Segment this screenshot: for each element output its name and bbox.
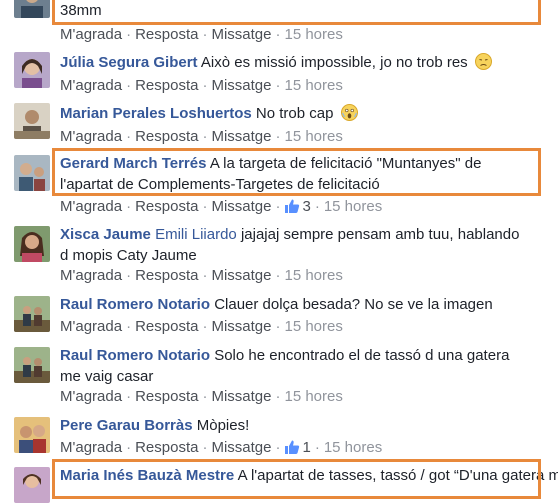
disappointed-face-emoji <box>474 53 492 70</box>
comment-body: Pere Garau Borràs Mòpies! <box>60 415 530 436</box>
comment-body: Raul Romero Notario Solo he encontrado e… <box>60 345 530 387</box>
avatar[interactable] <box>14 155 50 191</box>
author-name[interactable]: Gerard March Terrés <box>60 155 206 172</box>
timestamp[interactable]: 15 hores <box>284 26 342 43</box>
comment-actions: M'agrada · Resposta · Missatge · 15 hores <box>60 318 343 335</box>
like-link[interactable]: M'agrada <box>60 77 122 94</box>
author-name[interactable]: Júlia Segura Gibert <box>60 54 198 71</box>
message-link[interactable]: Missatge <box>211 388 271 405</box>
comment: Júlia Segura Gibert Això es missió impos… <box>0 52 558 96</box>
avatar[interactable] <box>14 103 50 139</box>
author-name[interactable]: Maria Inés Bauzà Mestre <box>60 467 234 484</box>
comment-text: Mòpies! <box>196 417 250 434</box>
screaming-face-emoji <box>340 104 358 121</box>
comment: Raul Romero Notario Clauer dolça besada?… <box>0 294 558 338</box>
avatar[interactable] <box>14 52 50 88</box>
like-count[interactable]: 3 <box>284 198 311 215</box>
timestamp[interactable]: 15 hores <box>324 439 382 456</box>
comment-body: Raul Romero Notario Clauer dolça besada?… <box>60 294 530 315</box>
message-link[interactable]: Missatge <box>211 318 271 335</box>
comment: 38mm M'agrada · Resposta · Missatge · 15 hores <box>0 0 558 43</box>
message-link[interactable]: Missatge <box>211 267 271 284</box>
message-link[interactable]: Missatge <box>211 198 271 215</box>
like-link[interactable]: M'agrada <box>60 128 122 145</box>
comment: Gerard March Terrés A la targeta de feli… <box>0 153 558 217</box>
comment-body: Gerard March Terrés A la targeta de feli… <box>60 153 530 195</box>
message-link[interactable]: Missatge <box>211 128 271 145</box>
avatar[interactable] <box>14 226 50 262</box>
comment-actions: M'agrada · Resposta · Missatge · 1 · 15 hores <box>60 439 383 456</box>
comment-body: Marian Perales Loshuertos No trob cap <box>60 103 530 124</box>
reply-link[interactable]: Resposta <box>135 198 198 215</box>
like-link[interactable]: M'agrada <box>60 318 122 335</box>
avatar[interactable] <box>14 347 50 383</box>
like-link[interactable]: M'agrada <box>60 439 122 456</box>
timestamp[interactable]: 15 hores <box>284 267 342 284</box>
author-name[interactable]: Pere Garau Borràs <box>60 417 193 434</box>
thumbs-up-icon <box>285 199 300 213</box>
comment-text: No trob cap <box>255 105 334 122</box>
like-count[interactable]: 1 <box>284 439 311 456</box>
comment-text: Això es missió impossible, jo no trob re… <box>200 54 468 71</box>
author-name[interactable]: Raul Romero Notario <box>60 296 210 313</box>
avatar[interactable] <box>14 0 50 18</box>
comment-actions: M'agrada · Resposta · Missatge · 3 · 15 hores <box>60 198 383 215</box>
like-link[interactable]: M'agrada <box>60 267 122 284</box>
reply-link[interactable]: Resposta <box>135 77 198 94</box>
author-name[interactable]: Marian Perales Loshuertos <box>60 105 252 122</box>
author-name[interactable]: Raul Romero Notario <box>60 347 210 364</box>
comment-body: Maria Inés Bauzà Mestre A l'apartat de t… <box>60 465 558 486</box>
comment: Maria Inés Bauzà Mestre A l'apartat de t… <box>0 465 558 503</box>
avatar[interactable] <box>14 296 50 332</box>
message-link[interactable]: Missatge <box>211 77 271 94</box>
avatar[interactable] <box>14 417 50 453</box>
message-link[interactable]: Missatge <box>211 26 271 43</box>
comment: Raul Romero Notario Solo he encontrado e… <box>0 345 558 409</box>
comment-text: Clauer dolça besada? No se ve la imagen <box>214 296 493 313</box>
reply-link[interactable]: Resposta <box>135 439 198 456</box>
avatar[interactable] <box>14 467 50 503</box>
comment-actions: M'agrada · Resposta · Missatge · 15 hores <box>60 388 343 405</box>
comment-body: Júlia Segura Gibert Això es missió impos… <box>60 52 530 73</box>
comment: Marian Perales Loshuertos No trob cap M'… <box>0 103 558 147</box>
timestamp[interactable]: 15 hores <box>284 318 342 335</box>
timestamp[interactable]: 15 hores <box>324 198 382 215</box>
comment-body: Xisca Jaume Emili Liiardo jajajaj sempre… <box>60 224 530 266</box>
timestamp[interactable]: 15 hores <box>284 77 342 94</box>
reply-link[interactable]: Resposta <box>135 388 198 405</box>
comment: Xisca Jaume Emili Liiardo jajajaj sempre… <box>0 224 558 288</box>
reply-link[interactable]: Resposta <box>135 128 198 145</box>
author-name[interactable]: Xisca Jaume <box>60 226 151 243</box>
timestamp[interactable]: 15 hores <box>284 388 342 405</box>
comment-actions: M'agrada · Resposta · Missatge · 15 hores <box>60 26 343 43</box>
message-link[interactable]: Missatge <box>211 439 271 456</box>
comment-actions: M'agrada · Resposta · Missatge · 15 hores <box>60 128 343 145</box>
comment-text: A l'apartat de tasses, tassó / got “D'un… <box>237 467 558 484</box>
reply-link[interactable]: Resposta <box>135 267 198 284</box>
like-link[interactable]: M'agrada <box>60 26 122 43</box>
comment: Pere Garau Borràs Mòpies! M'agrada · Respo… <box>0 415 558 459</box>
comment-actions: M'agrada · Resposta · Missatge · 15 hores <box>60 77 343 94</box>
comment-actions: M'agrada · Resposta · Missatge · 15 hores <box>60 267 343 284</box>
mention-link[interactable]: Emili Liiardo <box>155 226 237 243</box>
thumbs-up-icon <box>285 440 300 454</box>
reply-link[interactable]: Resposta <box>135 318 198 335</box>
like-link[interactable]: M'agrada <box>60 388 122 405</box>
reply-link[interactable]: Resposta <box>135 26 198 43</box>
timestamp[interactable]: 15 hores <box>284 128 342 145</box>
comment-text: 38mm <box>60 2 102 19</box>
like-link[interactable]: M'agrada <box>60 198 122 215</box>
